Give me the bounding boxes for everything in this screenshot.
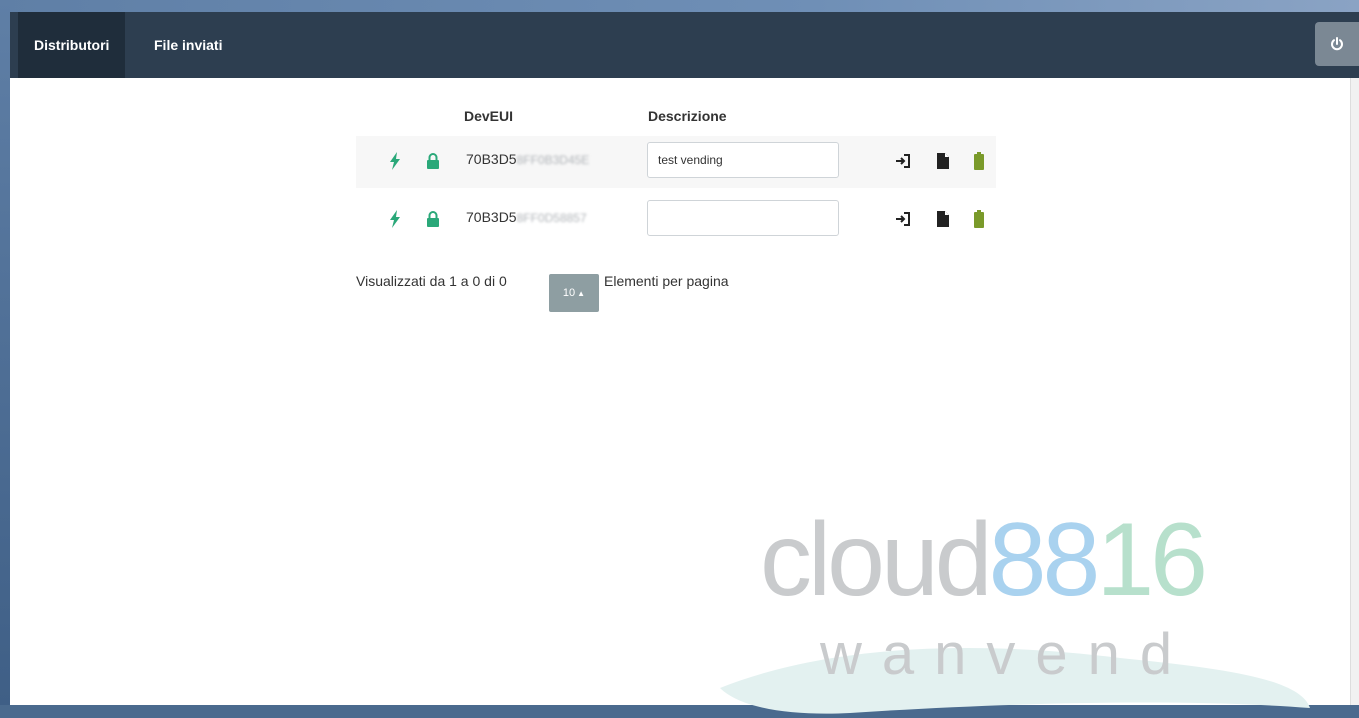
window-frame-top	[0, 0, 1359, 12]
deveui-value: 70B3D58FF0D58857	[466, 209, 587, 225]
description-input[interactable]	[647, 142, 839, 178]
deveui-value: 70B3D58FF0B3D45E	[466, 151, 590, 167]
description-input[interactable]	[647, 200, 839, 236]
sign-in-icon[interactable]	[894, 150, 912, 172]
caret-up-icon: ▲	[577, 288, 586, 298]
main-content: DevEUI Descrizione 70B3D58FF0B3D45E 70B3…	[10, 78, 1351, 714]
battery-icon[interactable]	[970, 150, 988, 172]
pagination-summary: Visualizzati da 1 a 0 di 0	[356, 273, 507, 289]
cloud8816-logo: cloud 88 16 wanvend	[720, 502, 1320, 714]
logo-subtitle: wanvend	[820, 622, 1193, 687]
lock-icon[interactable]	[424, 208, 442, 230]
file-icon[interactable]	[934, 150, 952, 172]
deveui-masked: 8FF0D58857	[516, 211, 587, 225]
top-navbar: Distributori File inviati	[10, 12, 1359, 78]
page-size-dropdown[interactable]: 10 ▲	[549, 274, 599, 312]
logo-wordmark: cloud 88 16	[760, 502, 1208, 618]
file-icon[interactable]	[934, 208, 952, 230]
bolt-icon[interactable]	[386, 208, 404, 230]
nav-item-distributori[interactable]: Distributori	[18, 12, 126, 78]
power-button[interactable]	[1315, 22, 1359, 66]
page-size-label: Elementi per pagina	[604, 273, 729, 289]
deveui-masked: 8FF0B3D45E	[516, 153, 590, 167]
table-row: 70B3D58FF0D58857	[356, 194, 996, 246]
bolt-icon[interactable]	[386, 150, 404, 172]
column-header-descrizione: Descrizione	[648, 108, 727, 124]
lock-icon[interactable]	[424, 150, 442, 172]
power-icon	[1331, 37, 1343, 51]
battery-icon[interactable]	[970, 208, 988, 230]
column-header-deveui: DevEUI	[464, 108, 514, 124]
nav-item-file-inviati[interactable]: File inviati	[138, 12, 238, 78]
window-frame-left	[0, 0, 10, 705]
sign-in-icon[interactable]	[894, 208, 912, 230]
table-row: 70B3D58FF0B3D45E	[356, 136, 996, 188]
vertical-scrollbar[interactable]	[1350, 78, 1359, 705]
